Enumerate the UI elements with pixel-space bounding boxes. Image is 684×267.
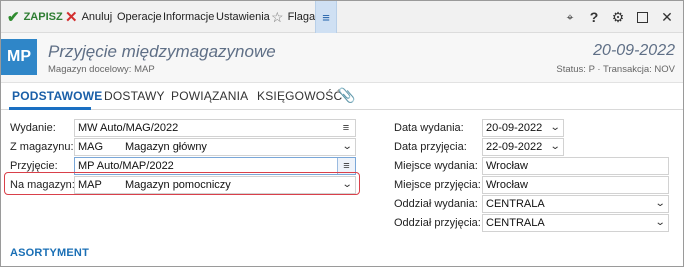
question-icon: ? bbox=[589, 9, 599, 25]
miejsce-przyjecia-label: Miejsce przyjęcia: bbox=[394, 179, 481, 191]
operations-menu[interactable]: Operacje bbox=[117, 1, 162, 33]
flag-label: Flaga bbox=[287, 11, 316, 23]
target-warehouse-subtitle: Magazyn docelowy: MAP bbox=[48, 64, 155, 75]
tag-plus-icon: ⌖ bbox=[566, 9, 574, 24]
star-icon: ☆ bbox=[271, 9, 284, 25]
add-property-button[interactable]: ⌖ bbox=[558, 1, 582, 33]
settings-label: Ustawienia bbox=[216, 11, 270, 23]
close-icon: ✕ bbox=[661, 8, 673, 25]
data-wydania-datepicker[interactable]: 20-09-2022 ⌄ bbox=[482, 119, 564, 137]
list-icon: ≡ bbox=[343, 160, 350, 172]
data-wydania-label: Data wydania: bbox=[394, 122, 464, 134]
miejsce-wydania-value: Wrocław bbox=[486, 160, 528, 172]
tab-ksiegowosc[interactable]: KSIĘGOWOŚĆ bbox=[257, 89, 342, 103]
wydanie-value: MW Auto/MAG/2022 bbox=[78, 122, 179, 134]
save-button[interactable]: ✔ ZAPISZ bbox=[7, 1, 63, 33]
miejsce-wydania-label: Miejsce wydania: bbox=[394, 160, 478, 172]
miejsce-przyjecia-input[interactable]: Wrocław bbox=[482, 176, 669, 194]
z-magazynu-code: MAG bbox=[78, 141, 104, 153]
na-magazyn-label: Na magazyn: bbox=[10, 179, 75, 191]
status-line: Status: P · Transakcja: NOV bbox=[556, 64, 675, 75]
data-przyjecia-datepicker[interactable]: 22-09-2022 ⌄ bbox=[482, 138, 564, 156]
active-tab-indicator bbox=[9, 107, 91, 110]
list-icon: ≡ bbox=[342, 122, 350, 134]
oddzial-wydania-label: Oddział wydania: bbox=[394, 198, 478, 210]
document-header: MP Przyjęcie międzymagazynowe Magazyn do… bbox=[1, 33, 683, 83]
przyjecie-label: Przyjęcie: bbox=[10, 160, 58, 172]
data-przyjecia-label: Data przyjęcia: bbox=[394, 141, 467, 153]
gear-icon: ⚙ bbox=[611, 8, 625, 25]
tab-podstawowe[interactable]: PODSTAWOWE bbox=[12, 89, 102, 103]
wydanie-field[interactable]: MW Auto/MAG/2022 ≡ bbox=[74, 119, 356, 137]
data-przyjecia-value: 22-09-2022 bbox=[486, 141, 543, 153]
tab-bar: PODSTAWOWE DOSTAWY POWIĄZANIA KSIĘGOWOŚĆ… bbox=[1, 83, 683, 110]
chevron-down-icon: ⌄ bbox=[654, 198, 666, 209]
chevron-down-icon: ⌄ bbox=[341, 141, 353, 152]
wydanie-lookup-button[interactable]: ≡ bbox=[337, 120, 355, 136]
oddzial-wydania-value: CENTRALA bbox=[486, 198, 545, 210]
data-wydania-value: 20-09-2022 bbox=[486, 122, 543, 134]
oddzial-przyjecia-label: Oddział przyjęcia: bbox=[394, 217, 481, 229]
tab-dostawy[interactable]: DOSTAWY bbox=[104, 89, 165, 103]
paperclip-icon: 📎 bbox=[338, 87, 356, 103]
hamburger-menu-button[interactable]: ≡ bbox=[315, 1, 337, 33]
document-window: ✔ ZAPISZ ✕ Anuluj Operacje Informacje Us… bbox=[0, 0, 684, 267]
z-magazynu-label: Z magazynu: bbox=[10, 141, 74, 153]
information-label: Informacje bbox=[163, 11, 215, 23]
wydanie-label: Wydanie: bbox=[10, 122, 56, 134]
na-magazyn-select[interactable]: MAP Magazyn pomocniczy ⌄ bbox=[74, 176, 356, 194]
settings-button[interactable]: ⚙ bbox=[606, 1, 630, 33]
page-title: Przyjęcie międzymagazynowe bbox=[48, 42, 276, 61]
settings-menu[interactable]: Ustawienia bbox=[216, 1, 270, 33]
assortment-section-title: ASORTYMENT bbox=[10, 247, 89, 259]
information-menu[interactable]: Informacje bbox=[163, 1, 214, 33]
document-type-badge: MP bbox=[1, 39, 37, 75]
close-button[interactable]: ✕ bbox=[655, 1, 679, 33]
oddzial-przyjecia-value: CENTRALA bbox=[486, 217, 545, 229]
chevron-down-icon: ⌄ bbox=[341, 179, 353, 190]
toolbar: ✔ ZAPISZ ✕ Anuluj Operacje Informacje Us… bbox=[1, 1, 683, 33]
help-button[interactable]: ? bbox=[582, 1, 606, 33]
miejsce-wydania-input[interactable]: Wrocław bbox=[482, 157, 669, 175]
flag-button[interactable]: ☆ Flaga bbox=[271, 1, 315, 33]
przyjecie-value: MP Auto/MAP/2022 bbox=[78, 160, 174, 172]
cancel-button[interactable]: ✕ Anuluj bbox=[65, 1, 112, 33]
tab-powiazania[interactable]: POWIĄZANIA bbox=[171, 89, 248, 103]
oddzial-wydania-select[interactable]: CENTRALA ⌄ bbox=[482, 195, 669, 213]
maximize-icon bbox=[636, 11, 648, 23]
check-icon: ✔ bbox=[7, 8, 20, 26]
x-icon: ✕ bbox=[65, 8, 78, 26]
oddzial-przyjecia-select[interactable]: CENTRALA ⌄ bbox=[482, 214, 669, 232]
cancel-label: Anuluj bbox=[81, 11, 113, 23]
hamburger-icon: ≡ bbox=[322, 9, 330, 25]
chevron-down-icon: ⌄ bbox=[549, 122, 561, 133]
operations-label: Operacje bbox=[117, 11, 162, 23]
miejsce-przyjecia-value: Wrocław bbox=[486, 179, 528, 191]
z-magazynu-select[interactable]: MAG Magazyn główny ⌄ bbox=[74, 138, 356, 156]
chevron-down-icon: ⌄ bbox=[654, 217, 666, 228]
tab-attachments[interactable]: 📎 bbox=[338, 87, 355, 104]
na-magazyn-code: MAP bbox=[78, 179, 102, 191]
na-magazyn-name: Magazyn pomocniczy bbox=[125, 179, 231, 191]
document-date: 20-09-2022 bbox=[593, 42, 675, 59]
maximize-button[interactable] bbox=[630, 1, 654, 33]
z-magazynu-name: Magazyn główny bbox=[125, 141, 207, 153]
save-label: ZAPISZ bbox=[23, 11, 63, 23]
chevron-down-icon: ⌄ bbox=[549, 141, 561, 152]
form-area: Wydanie: MW Auto/MAG/2022 ≡ Z magazynu: … bbox=[1, 111, 683, 266]
